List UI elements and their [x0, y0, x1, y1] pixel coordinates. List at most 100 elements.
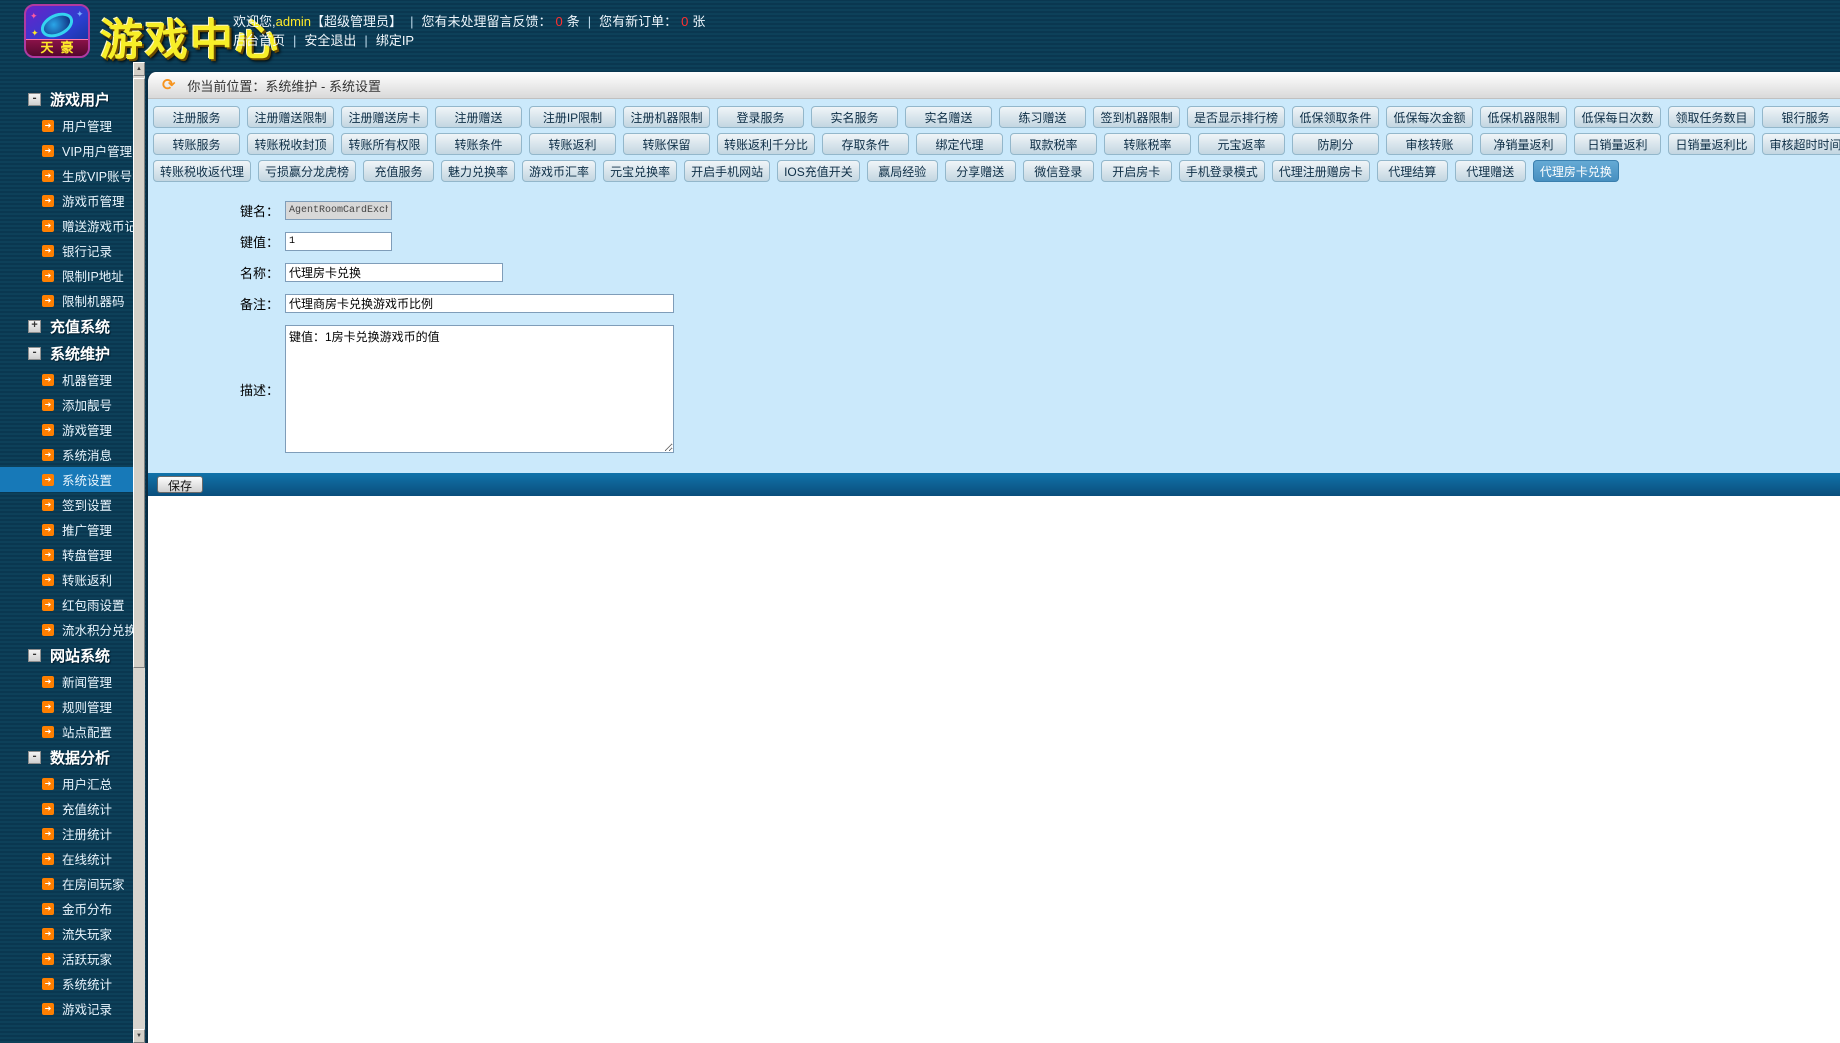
- sidebar-item[interactable]: ➜ 金币分布: [0, 896, 133, 921]
- remark-input[interactable]: [285, 294, 674, 313]
- settings-tab-button[interactable]: 充值服务: [363, 160, 435, 182]
- expand-icon[interactable]: +: [28, 320, 41, 333]
- sidebar-item[interactable]: ➜ 签到设置: [0, 492, 133, 517]
- settings-tab-button[interactable]: 微信登录: [1022, 160, 1094, 182]
- link-home[interactable]: 后台首页: [233, 33, 285, 48]
- sidebar-item[interactable]: ➜ 游戏管理: [0, 417, 133, 442]
- link-bind-ip[interactable]: 绑定IP: [376, 33, 414, 48]
- settings-tab-button[interactable]: 转账条件: [435, 133, 522, 155]
- sidebar-item[interactable]: ➜ 注册统计: [0, 821, 133, 846]
- collapse-icon[interactable]: -: [28, 93, 41, 106]
- settings-tab-button[interactable]: 是否显示排行榜: [1187, 106, 1286, 128]
- settings-tab-button[interactable]: 注册赠送: [435, 106, 522, 128]
- settings-tab-button[interactable]: 签到机器限制: [1093, 106, 1180, 128]
- settings-tab-button[interactable]: 登录服务: [717, 106, 804, 128]
- settings-tab-button[interactable]: 转账返利千分比: [717, 133, 816, 155]
- settings-tab-button[interactable]: 代理赠送: [1454, 160, 1526, 182]
- settings-tab-button[interactable]: 赢局经验: [866, 160, 938, 182]
- settings-tab-button[interactable]: 开启手机网站: [684, 160, 771, 182]
- settings-tab-button[interactable]: 练习赠送: [999, 106, 1086, 128]
- settings-tab-button[interactable]: 分享赠送: [944, 160, 1016, 182]
- sidebar-item[interactable]: ➜ 流水积分兑换: [0, 617, 133, 642]
- settings-tab-button[interactable]: 注册服务: [153, 106, 240, 128]
- sidebar-item[interactable]: ➜ 新闻管理: [0, 669, 133, 694]
- sidebar-item[interactable]: ➜ 系统统计: [0, 971, 133, 996]
- settings-tab-button[interactable]: 转账服务: [153, 133, 240, 155]
- sidebar-item[interactable]: ➜ 用户汇总: [0, 771, 133, 796]
- sidebar-section-header[interactable]: - 数据分析: [0, 744, 133, 771]
- sidebar-item[interactable]: ➜ 规则管理: [0, 694, 133, 719]
- sidebar-item[interactable]: ➜ 在房间玩家: [0, 871, 133, 896]
- settings-tab-button[interactable]: 代理注册赠房卡: [1271, 160, 1370, 182]
- sidebar-section-header[interactable]: - 系统维护: [0, 340, 133, 367]
- settings-tab-button[interactable]: 绑定代理: [916, 133, 1004, 155]
- scroll-up-arrow-icon[interactable]: ▲: [133, 62, 145, 76]
- sidebar-item[interactable]: ➜ 充值统计: [0, 796, 133, 821]
- settings-tab-button[interactable]: 元宝返率: [1198, 133, 1286, 155]
- sidebar-item[interactable]: ➜ 添加靓号: [0, 392, 133, 417]
- settings-tab-button[interactable]: 实名赠送: [905, 106, 992, 128]
- sidebar-item[interactable]: ➜ 银行记录: [0, 238, 133, 263]
- link-logout[interactable]: 安全退出: [304, 33, 356, 48]
- settings-tab-button[interactable]: 低保机器限制: [1480, 106, 1568, 128]
- settings-tab-button[interactable]: 开启房卡: [1100, 160, 1172, 182]
- settings-tab-button[interactable]: 低保每次金额: [1386, 106, 1474, 128]
- settings-tab-button[interactable]: 低保领取条件: [1292, 106, 1380, 128]
- save-button[interactable]: 保存: [157, 476, 204, 493]
- settings-tab-button[interactable]: 取款税率: [1010, 133, 1098, 155]
- sidebar-scrollbar[interactable]: ▲ ▼: [133, 62, 145, 1043]
- settings-tab-button[interactable]: 手机登录模式: [1178, 160, 1265, 182]
- settings-tab-button[interactable]: 日销量返利: [1574, 133, 1662, 155]
- sidebar-item[interactable]: ➜ 流失玩家: [0, 921, 133, 946]
- sidebar-item[interactable]: ➜ 系统消息: [0, 442, 133, 467]
- scrollbar-thumb[interactable]: [133, 78, 145, 668]
- settings-tab-button[interactable]: 日销量返利比: [1668, 133, 1756, 155]
- display-name-input[interactable]: [285, 263, 503, 282]
- settings-tab-button[interactable]: 亏损赢分龙虎榜: [258, 160, 357, 182]
- sidebar-item[interactable]: ➜ 活跃玩家: [0, 946, 133, 971]
- settings-tab-button[interactable]: 注册赠送房卡: [341, 106, 428, 128]
- sidebar-item[interactable]: ➜ 赠送游戏币记录: [0, 213, 133, 238]
- settings-tab-button[interactable]: 元宝兑换率: [603, 160, 678, 182]
- settings-tab-button[interactable]: 注册赠送限制: [247, 106, 334, 128]
- sidebar-item[interactable]: ➜ 站点配置: [0, 719, 133, 744]
- sidebar-item[interactable]: ➜ 推广管理: [0, 517, 133, 542]
- settings-tab-button[interactable]: 审核超时时间: [1762, 133, 1840, 155]
- sidebar-item[interactable]: ➜ 游戏记录: [0, 996, 133, 1021]
- sidebar-item[interactable]: ➜ 系统设置: [0, 467, 133, 492]
- settings-tab-button[interactable]: 注册机器限制: [623, 106, 710, 128]
- settings-tab-button[interactable]: 领取任务数目: [1668, 106, 1756, 128]
- sidebar-item[interactable]: ➜ 在线统计: [0, 846, 133, 871]
- settings-tab-button[interactable]: 转账税率: [1104, 133, 1192, 155]
- key-value-input[interactable]: [285, 232, 392, 251]
- settings-tab-button[interactable]: 转账税收封顶: [247, 133, 334, 155]
- settings-tab-button[interactable]: 防刷分: [1292, 133, 1380, 155]
- settings-tab-button[interactable]: 存取条件: [822, 133, 910, 155]
- collapse-icon[interactable]: -: [28, 347, 41, 360]
- settings-tab-button[interactable]: 代理结算: [1376, 160, 1448, 182]
- sidebar-item[interactable]: ➜ 转盘管理: [0, 542, 133, 567]
- description-textarea[interactable]: [285, 325, 674, 453]
- sidebar-item[interactable]: ➜ 限制IP地址: [0, 263, 133, 288]
- settings-tab-button[interactable]: IOS充值开关: [777, 160, 860, 182]
- sidebar-item[interactable]: ➜ 红包雨设置: [0, 592, 133, 617]
- collapse-icon[interactable]: -: [28, 751, 41, 764]
- settings-tab-button[interactable]: 注册IP限制: [529, 106, 616, 128]
- settings-tab-button[interactable]: 游戏币汇率: [522, 160, 597, 182]
- settings-tab-button[interactable]: 低保每日次数: [1574, 106, 1662, 128]
- sidebar-item[interactable]: ➜ 转账返利: [0, 567, 133, 592]
- settings-tab-button[interactable]: 净销量返利: [1480, 133, 1568, 155]
- collapse-icon[interactable]: -: [28, 649, 41, 662]
- settings-tab-button[interactable]: 转账返利: [529, 133, 616, 155]
- scroll-down-arrow-icon[interactable]: ▼: [133, 1029, 145, 1043]
- settings-tab-button[interactable]: 转账所有权限: [341, 133, 428, 155]
- settings-tab-button[interactable]: 转账保留: [623, 133, 710, 155]
- sidebar-item[interactable]: ➜ VIP用户管理: [0, 138, 133, 163]
- sidebar-section-header[interactable]: - 网站系统: [0, 642, 133, 669]
- sidebar-item[interactable]: ➜ 生成VIP账号: [0, 163, 133, 188]
- settings-tab-button[interactable]: 魅力兑换率: [441, 160, 516, 182]
- sidebar-item[interactable]: ➜ 限制机器码: [0, 288, 133, 313]
- sidebar-item[interactable]: ➜ 游戏币管理: [0, 188, 133, 213]
- settings-tab-button[interactable]: 转账税收返代理: [153, 160, 252, 182]
- settings-tab-button[interactable]: 审核转账: [1386, 133, 1474, 155]
